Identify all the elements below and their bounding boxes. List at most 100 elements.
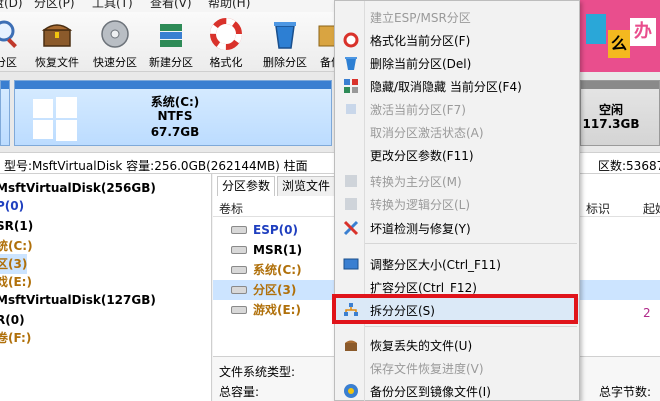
- partition-row-label: 分区(3): [253, 283, 297, 297]
- convert-logical-icon: [345, 198, 357, 210]
- resize-icon: [343, 258, 359, 270]
- toolbar-label: 分区: [0, 56, 17, 69]
- windows-logo-icon: [33, 97, 77, 141]
- menu-item-recover-files[interactable]: 恢复丢失的文件(U): [335, 333, 579, 357]
- convert-primary-icon: [345, 175, 357, 187]
- activate-icon: [346, 104, 356, 114]
- disk-icon: [101, 20, 129, 48]
- toolbar-label: 新建分区: [149, 56, 193, 69]
- column-volume-label: 卷标: [219, 202, 244, 216]
- menu-item-bad-sector-repair[interactable]: 坏道检测与修复(Y): [335, 216, 579, 240]
- recover-files-icon: [345, 340, 357, 351]
- menu-item-label: 隐藏/取消隐藏 当前分区(F4): [370, 80, 522, 94]
- deco-char: 么: [608, 30, 630, 58]
- drive-icon: [231, 306, 247, 314]
- menu-item-format[interactable]: 格式化当前分区(F): [335, 28, 579, 52]
- menu-disk[interactable]: 盘(D): [0, 0, 23, 11]
- fs-type-label: 文件系统类型:: [219, 365, 296, 379]
- menu-item-label: 激活当前分区(F7): [370, 103, 466, 117]
- menu-item-resize[interactable]: 调整分区大小(Ctrl_F11): [335, 252, 579, 276]
- row-extra-value: 2: [643, 306, 651, 320]
- column-id: 标识: [586, 202, 611, 216]
- menu-item-label: 恢复丢失的文件(U): [370, 339, 473, 353]
- tree-partition[interactable]: P(0): [0, 196, 24, 216]
- menu-item-label: 备份分区到镜像文件(I): [370, 385, 491, 399]
- menu-view[interactable]: 查看(V): [150, 0, 192, 11]
- menu-item-label: 格式化当前分区(F): [370, 34, 471, 48]
- recover-files-button[interactable]: 恢复文件: [32, 14, 82, 70]
- disk-sector-info: 区数:53687: [598, 159, 660, 173]
- free-space-label: 空闲: [598, 103, 623, 117]
- format-button[interactable]: 格式化: [204, 14, 248, 70]
- context-menu: 建立ESP/MSR分区 格式化当前分区(F) 删除当前分区(Del) 隐藏/取消…: [334, 0, 580, 401]
- disk-model-info: 型号:MsftVirtualDisk 容量:256.0GB(262144MB) …: [4, 159, 308, 173]
- menu-item-activate[interactable]: 激活当前分区(F7): [335, 97, 579, 121]
- system-partition-name: 系统(C:): [150, 95, 200, 109]
- tree-partition-selected[interactable]: 区(3): [0, 254, 28, 274]
- format-icon: [343, 32, 359, 48]
- menu-item-hide[interactable]: 隐藏/取消隐藏 当前分区(F4): [335, 74, 579, 98]
- tab-browse-files[interactable]: 浏览文件: [277, 176, 336, 196]
- tree-partition[interactable]: R(0): [0, 310, 25, 330]
- free-space-block[interactable]: 空闲 117.3GB: [580, 80, 660, 146]
- tree-partition[interactable]: 卷(F:): [0, 328, 31, 348]
- menu-item-label: 转换为主分区(M): [370, 175, 462, 189]
- treasure-chest-icon: [41, 24, 73, 47]
- tree-partition[interactable]: 统(C:): [0, 236, 33, 256]
- recycle-bin-icon: [274, 22, 296, 49]
- menu-partition[interactable]: 分区(P): [34, 0, 75, 11]
- menu-item-backup-image[interactable]: 备份分区到镜像文件(I): [335, 379, 579, 401]
- hide-icon: [344, 79, 358, 93]
- delete-partition-button[interactable]: 删除分区: [260, 14, 310, 70]
- menu-item-convert-logical[interactable]: 转换为逻辑分区(L): [335, 192, 579, 216]
- tree-partition[interactable]: 戏(E:): [0, 272, 32, 292]
- menu-help[interactable]: 帮助(H): [208, 0, 250, 11]
- backup-image-icon: [344, 384, 358, 398]
- menu-item-label: 删除当前分区(Del): [370, 57, 472, 71]
- tab-partition-params[interactable]: 分区参数: [217, 176, 276, 196]
- menu-item-deactivate[interactable]: 取消分区激活状态(A): [335, 120, 579, 144]
- disk-tree: MsftVirtualDisk(256GB) P(0) SR(1) 统(C:) …: [0, 174, 212, 401]
- toolbar-label: 快速分区: [93, 56, 137, 69]
- menu-item-change-params[interactable]: 更改分区参数(F11): [335, 143, 579, 167]
- drive-icon: [231, 226, 247, 234]
- repair-tools-icon: [343, 220, 359, 236]
- partition-row-label: 系统(C:): [253, 263, 302, 277]
- search-partition-button[interactable]: 分区: [0, 14, 28, 70]
- menu-item-convert-primary[interactable]: 转换为主分区(M): [335, 169, 579, 193]
- tree-disk[interactable]: MsftVirtualDisk(127GB): [0, 290, 156, 310]
- partition-block[interactable]: [0, 80, 10, 146]
- highlight-box: [332, 294, 578, 324]
- quick-partition-button[interactable]: 快速分区: [90, 14, 140, 70]
- drive-icon: [231, 286, 247, 294]
- toolbar-label: 删除分区: [263, 56, 307, 69]
- total-bytes-label: 总字节数:: [599, 385, 652, 399]
- partition-block-system[interactable]: 系统(C:) NTFS 67.7GB: [14, 80, 332, 146]
- menu-tools[interactable]: 工具(T): [92, 0, 133, 11]
- partition-row-label: 游戏(E:): [253, 303, 301, 317]
- delete-icon: [345, 57, 357, 70]
- new-partition-button[interactable]: 新建分区: [146, 14, 196, 70]
- menu-item-save-progress[interactable]: 保存文件恢复进度(V): [335, 356, 579, 380]
- menu-separator: [365, 326, 577, 327]
- menu-item-label: 转换为逻辑分区(L): [370, 198, 471, 212]
- drive-icon: [231, 266, 247, 274]
- menu-item-label: 坏道检测与修复(Y): [370, 222, 471, 236]
- menu-item-label: 调整分区大小(Ctrl_F11): [370, 258, 501, 272]
- tree-disk[interactable]: MsftVirtualDisk(256GB): [0, 178, 156, 198]
- system-partition-size: 67.7GB: [150, 125, 200, 139]
- menu-item-delete[interactable]: 删除当前分区(Del): [335, 51, 579, 75]
- menu-item-label: 保存文件恢复进度(V): [370, 362, 484, 376]
- lifebuoy-icon: [210, 18, 242, 50]
- deco-char: 办: [630, 18, 656, 46]
- system-partition-fs: NTFS: [157, 109, 193, 123]
- menu-item-label: 更改分区参数(F11): [370, 149, 474, 163]
- decorative-image: 么 办: [580, 0, 660, 72]
- menu-item-create-esp-msr[interactable]: 建立ESP/MSR分区: [335, 5, 579, 29]
- menu-separator: [365, 243, 577, 244]
- magnifier-icon: [0, 20, 17, 48]
- partition-row-label: MSR(1): [253, 243, 303, 257]
- free-space-size: 117.3GB: [582, 117, 640, 131]
- tree-partition[interactable]: SR(1): [0, 216, 33, 236]
- menu-item-label: 取消分区激活状态(A): [370, 126, 484, 140]
